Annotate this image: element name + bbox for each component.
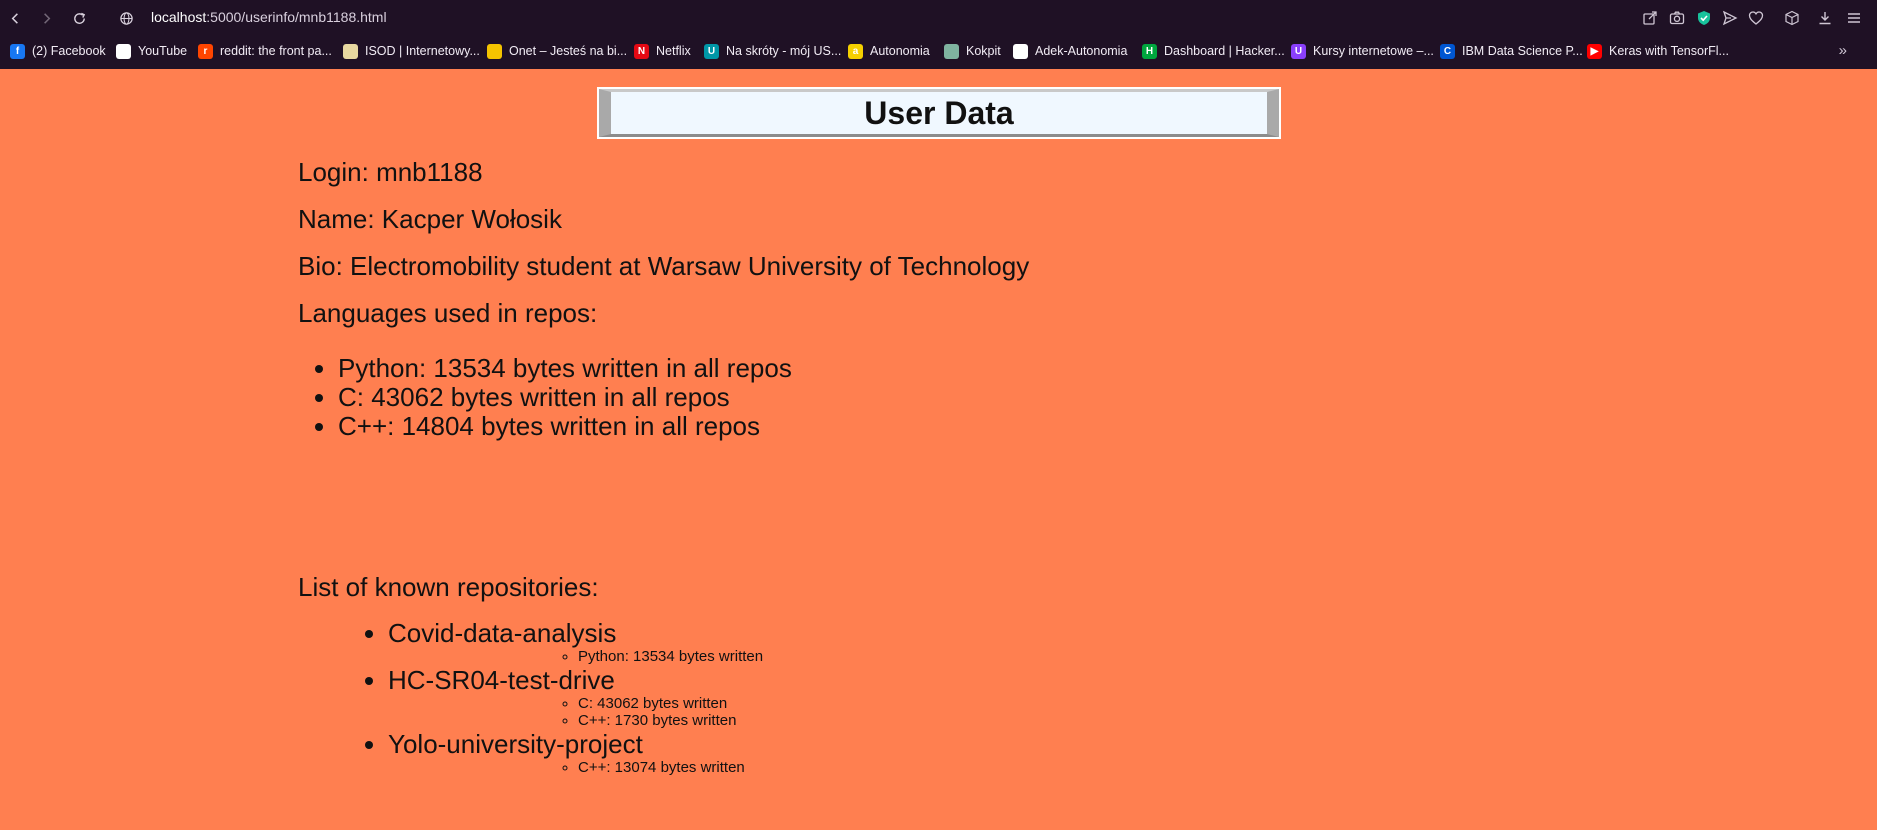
repos-heading: List of known repositories: <box>298 572 599 602</box>
globe-icon <box>119 11 133 25</box>
bookmark-favicon-icon <box>1013 43 1028 59</box>
favorites-button[interactable] <box>1746 8 1766 28</box>
language-item: Python: 13534 bytes written in all repos <box>338 354 792 383</box>
shield-check-icon <box>1698 11 1710 25</box>
bookmark-label: Adek-Autonomia <box>1035 44 1128 58</box>
bookmark-label: Onet – Jesteś na bi... <box>509 44 628 58</box>
bookmark-favicon-icon <box>116 43 131 59</box>
bookmark-favicon-icon: C <box>1440 43 1455 59</box>
bookmark-label: Autonomia <box>870 44 930 58</box>
bookmark-favicon-icon: ▶ <box>1587 43 1602 59</box>
bookmark-item[interactable]: r reddit: the front pa... <box>198 42 332 60</box>
forward-button[interactable] <box>35 7 57 29</box>
repo-item: Yolo-university-project C++: 13074 bytes… <box>388 729 763 776</box>
repo-item: Covid-data-analysis Python: 13534 bytes … <box>388 618 763 665</box>
bookmark-item[interactable]: Kokpit <box>944 42 1001 60</box>
bookmark-label: (2) Facebook <box>32 44 106 58</box>
bookmark-favicon-icon <box>343 43 358 59</box>
menu-icon <box>1848 13 1860 23</box>
bookmark-item[interactable]: Onet – Jesteś na bi... <box>487 42 627 60</box>
repo-item: HC-SR04-test-drive C: 43062 bytes writte… <box>388 665 763 729</box>
repo-language-item: C++: 13074 bytes written <box>578 759 763 776</box>
browser-toolbar: localhost:5000/userinfo/mnb1188.html <box>0 0 1877 36</box>
bookmark-item[interactable]: YouTube <box>116 42 187 60</box>
bookmark-label: Dashboard | Hacker... <box>1164 44 1285 58</box>
send-icon <box>1722 10 1738 26</box>
bookmark-label: IBM Data Science P... <box>1462 44 1583 58</box>
bookmark-label: YouTube <box>138 44 188 58</box>
site-info-button[interactable] <box>115 7 137 29</box>
page-title: User Data <box>864 94 1014 131</box>
cube-icon <box>1785 10 1799 26</box>
downloads-button[interactable] <box>1815 8 1835 28</box>
bookmark-item[interactable]: Adek-Autonomia <box>1013 42 1127 60</box>
repo-language-item: C++: 1730 bytes written <box>578 712 763 729</box>
bookmark-item[interactable]: f (2) Facebook <box>10 42 106 60</box>
share-icon <box>1643 11 1657 25</box>
bookmarks-bar: f (2) Facebook YouTube r reddit: the front p… <box>0 36 1877 66</box>
menu-button[interactable] <box>1844 8 1864 28</box>
bookmark-favicon-icon: a <box>848 43 863 59</box>
bookmark-item[interactable]: a Autonomia <box>848 42 930 60</box>
bookmark-item[interactable]: ISOD | Internetowy... <box>343 42 480 60</box>
repo-name: Yolo-university-project <box>388 729 643 759</box>
languages-list: Python: 13534 bytes written in all repos… <box>298 354 792 441</box>
camera-icon <box>1669 11 1685 25</box>
repo-name: Covid-data-analysis <box>388 618 617 648</box>
bookmark-favicon-icon: H <box>1142 43 1157 59</box>
bookmark-item[interactable]: ▶ Keras with TensorFl... <box>1587 42 1729 60</box>
reload-button[interactable] <box>68 7 90 29</box>
bookmark-label: Na skróty - mój US... <box>726 44 842 58</box>
repo-languages-list: Python: 13534 bytes written <box>388 648 763 665</box>
repo-language-item: Python: 13534 bytes written <box>578 648 763 665</box>
bookmark-favicon-icon: f <box>10 43 25 59</box>
bookmark-favicon-icon: N <box>634 43 649 59</box>
bookmark-favicon-icon <box>487 43 502 59</box>
language-item: C: 43062 bytes written in all repos <box>338 383 792 412</box>
reload-icon <box>73 12 85 24</box>
bookmark-label: Kokpit <box>966 44 1001 58</box>
send-button[interactable] <box>1720 8 1740 28</box>
bookmark-label: ISOD | Internetowy... <box>365 44 480 58</box>
bookmark-label: Kursy internetowe –... <box>1313 44 1434 58</box>
extensions-button[interactable] <box>1782 8 1802 28</box>
bookmark-item[interactable]: H Dashboard | Hacker... <box>1142 42 1285 60</box>
chevron-right-icon <box>43 12 50 24</box>
heart-icon <box>1748 11 1764 25</box>
bookmark-item[interactable]: C IBM Data Science P... <box>1440 42 1583 60</box>
languages-heading: Languages used in repos: <box>298 298 598 328</box>
bio-text: Bio: Electromobility student at Warsaw U… <box>298 251 1030 281</box>
bookmark-item[interactable]: N Netflix <box>634 42 691 60</box>
repos-list: Covid-data-analysis Python: 13534 bytes … <box>348 618 763 776</box>
bookmarks-overflow-button[interactable]: » <box>1839 42 1847 59</box>
bookmark-label: reddit: the front pa... <box>220 44 332 58</box>
bookmark-label: Netflix <box>656 44 691 58</box>
bookmark-favicon-icon: U <box>704 43 719 59</box>
login-text: Login: mnb1188 <box>298 157 483 187</box>
back-button[interactable] <box>4 7 26 29</box>
url-path: :5000/userinfo/mnb1188.html <box>206 9 387 25</box>
url-host: localhost <box>151 9 207 25</box>
name-text: Name: Kacper Wołosik <box>298 204 562 234</box>
download-icon <box>1819 12 1831 25</box>
snapshot-button[interactable] <box>1667 8 1687 28</box>
vpn-shield-button[interactable] <box>1694 8 1714 28</box>
browser-chrome: localhost:5000/userinfo/mnb1188.html f (2… <box>0 0 1877 69</box>
bookmark-favicon-icon: U <box>1291 43 1306 59</box>
repo-languages-list: C: 43062 bytes written C++: 1730 bytes w… <box>388 695 763 729</box>
address-bar[interactable]: localhost:5000/userinfo/mnb1188.html <box>151 9 387 25</box>
chevron-left-icon <box>11 12 18 24</box>
bookmark-label: Keras with TensorFl... <box>1609 44 1729 58</box>
repo-name: HC-SR04-test-drive <box>388 665 615 695</box>
language-item: C++: 14804 bytes written in all repos <box>338 412 792 441</box>
bookmark-item[interactable]: U Kursy internetowe –... <box>1291 42 1434 60</box>
bookmark-item[interactable]: U Na skróty - mój US... <box>704 42 841 60</box>
repo-languages-list: C++: 13074 bytes written <box>388 759 763 776</box>
repo-language-item: C: 43062 bytes written <box>578 695 763 712</box>
bookmark-favicon-icon <box>944 43 959 59</box>
title-box: User Data <box>597 87 1281 139</box>
share-button[interactable] <box>1640 8 1660 28</box>
bookmark-favicon-icon: r <box>198 43 213 59</box>
double-chevron-icon: » <box>1838 42 1847 59</box>
